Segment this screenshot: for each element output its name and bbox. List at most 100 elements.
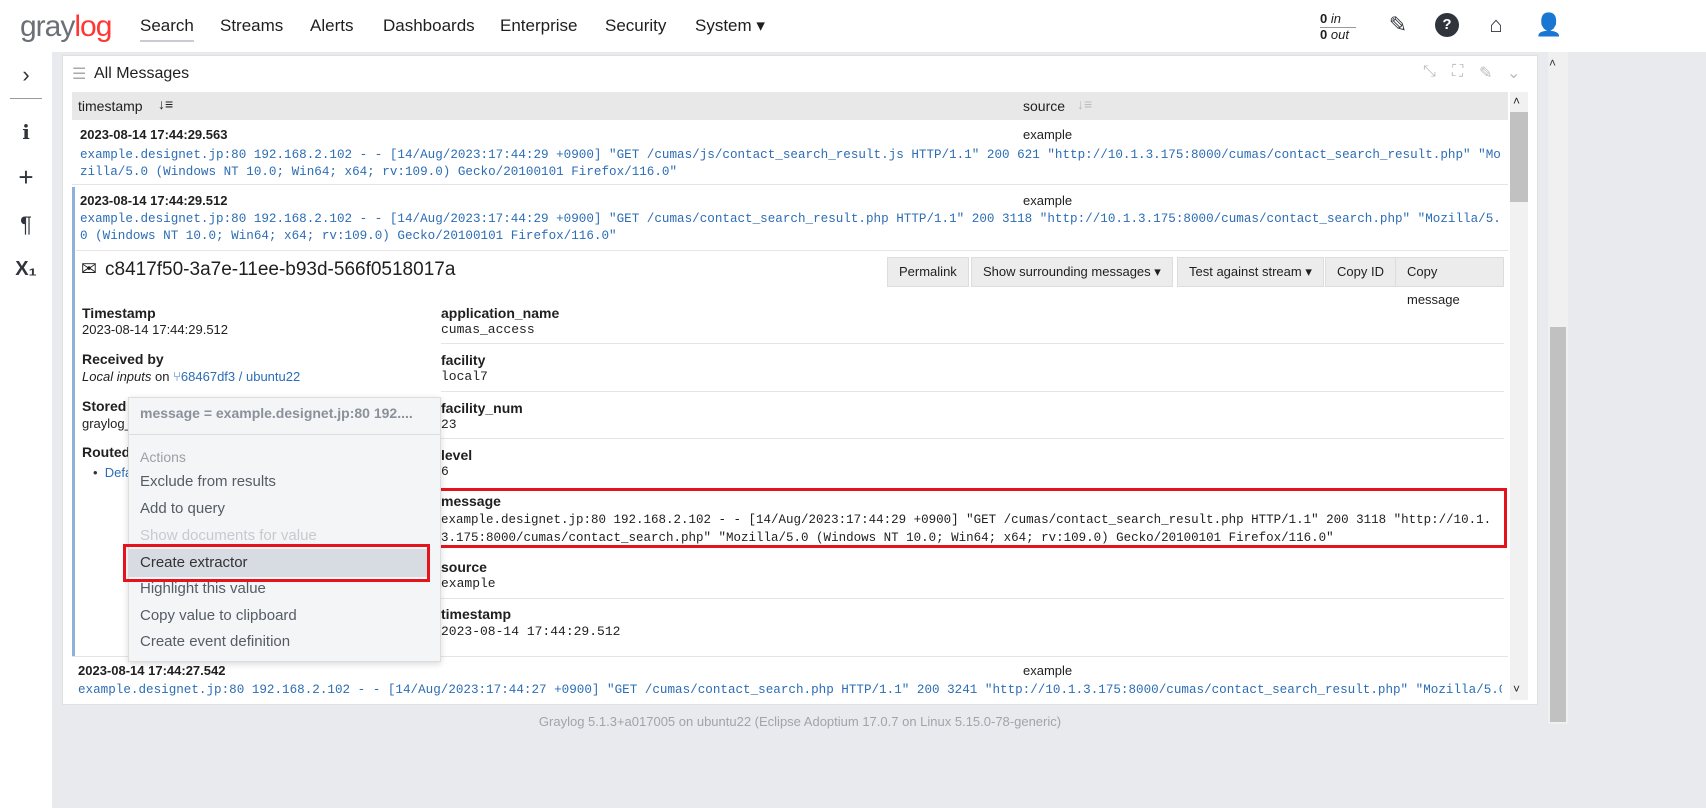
throughput-out[interactable]: 0 out: [1320, 27, 1356, 42]
menu-item-create-event[interactable]: Create event definition: [140, 633, 290, 650]
out-label: out: [1330, 27, 1349, 42]
message-id: c8417f50-3a7e-11ee-b93d-566f0518017a: [105, 259, 456, 280]
graylog-logo[interactable]: graylog: [20, 10, 112, 44]
row-message: example.designet.jp:80 192.168.2.102 - -…: [78, 683, 1502, 697]
divider: [441, 343, 1504, 344]
plus-icon[interactable]: +: [0, 162, 52, 193]
highlight-box: [123, 544, 430, 582]
timestamp-label: Timestamp: [82, 305, 156, 321]
row-source: example: [1023, 127, 1073, 142]
nav-system[interactable]: System ▾: [695, 16, 765, 36]
paragraph-icon[interactable]: ¶: [0, 212, 52, 238]
row-timestamp: 2023-08-14 17:44:29.512: [80, 193, 228, 208]
field-value[interactable]: 2023-08-14 17:44:29.512: [441, 624, 620, 639]
highlight-box: [437, 488, 1507, 548]
field-value[interactable]: 6: [441, 464, 449, 479]
received-by-value: Local inputs on ⑂68467df3 / ubuntu22: [82, 369, 300, 384]
top-navbar: graylog Search Streams Alerts Dashboards…: [0, 0, 1706, 52]
column-timestamp[interactable]: timestamp: [78, 98, 143, 114]
nav-dashboards[interactable]: Dashboards: [383, 16, 475, 36]
field-value[interactable]: example: [441, 576, 496, 591]
node-link[interactable]: 68467df3 / ubuntu22: [181, 369, 300, 384]
nav-search[interactable]: Search: [140, 16, 194, 42]
divider: [441, 438, 1504, 439]
info-icon[interactable]: i: [0, 120, 52, 144]
in-label: in: [1330, 11, 1341, 26]
sort-icon[interactable]: ↓≡: [158, 96, 173, 112]
node-icon: ⑂: [173, 369, 181, 384]
table-scrollbar-thumb[interactable]: [1510, 112, 1528, 202]
permalink-button[interactable]: Permalink: [887, 257, 969, 287]
column-source[interactable]: source: [1023, 98, 1065, 114]
chevron-down-icon[interactable]: ⌄: [1507, 63, 1520, 83]
stream-link[interactable]: • Defa: [93, 465, 132, 480]
scroll-up-icon[interactable]: ˄: [1549, 56, 1556, 70]
menu-item-show-documents: Show documents for value: [140, 527, 317, 544]
in-count: 0: [1320, 11, 1328, 26]
test-against-stream-button[interactable]: Test against stream ▾: [1177, 257, 1324, 287]
divider: [441, 598, 1504, 599]
menu-section-header: Actions: [140, 449, 186, 465]
field-name[interactable]: timestamp: [441, 606, 511, 622]
menu-title: message = example.designet.jp:80 192....: [140, 405, 413, 421]
sort-icon[interactable]: ↓≡: [1077, 96, 1092, 112]
nav-security[interactable]: Security: [605, 16, 666, 36]
help-icon[interactable]: ?: [1435, 13, 1459, 37]
expand-icon[interactable]: ⛶: [1452, 63, 1463, 81]
drag-handle-icon[interactable]: ☰: [72, 64, 86, 84]
field-name[interactable]: level: [441, 447, 472, 463]
scroll-down-icon[interactable]: ˅: [1513, 682, 1520, 696]
subscript-icon[interactable]: X₁: [0, 258, 52, 281]
field-value[interactable]: local7: [441, 369, 488, 384]
row-message: example.designet.jp:80 192.168.2.102 - -…: [80, 212, 1501, 243]
row-source: example: [1023, 193, 1073, 208]
selected-row-indicator: [72, 187, 75, 656]
show-surrounding-button[interactable]: Show surrounding messages ▾: [971, 257, 1173, 287]
copy-message-button[interactable]: Copy message: [1395, 257, 1504, 307]
throughput-in[interactable]: 0 in: [1320, 11, 1356, 28]
field-name[interactable]: application_name: [441, 305, 559, 321]
table-header: [72, 92, 1508, 120]
divider: [441, 391, 1504, 392]
copy-id-button[interactable]: Copy ID: [1325, 257, 1396, 287]
nav-streams[interactable]: Streams: [220, 16, 283, 36]
on-text: on: [155, 369, 170, 384]
menu-item-exclude[interactable]: Exclude from results: [140, 473, 276, 490]
footer: Graylog 5.1.3+a017005 on ubuntu22 (Eclip…: [538, 714, 1062, 729]
edit-widget-icon[interactable]: ✎: [1479, 63, 1492, 83]
envelope-icon: ✉: [81, 259, 97, 280]
widget-title: All Messages: [94, 65, 190, 82]
field-name[interactable]: source: [441, 559, 487, 575]
nav-alerts[interactable]: Alerts: [310, 16, 353, 36]
stored-in-label: Stored i: [82, 398, 135, 414]
field-value[interactable]: 23: [441, 417, 457, 432]
divider: [129, 434, 440, 435]
field-value[interactable]: cumas_access: [441, 322, 535, 337]
row-message: example.designet.jp:80 192.168.2.102 - -…: [80, 148, 1501, 179]
row-source: example: [1023, 663, 1073, 678]
minimize-icon[interactable]: ⤡: [1423, 63, 1436, 81]
input-name: Local inputs: [82, 369, 152, 384]
divider: [76, 250, 1508, 251]
divider: [10, 98, 42, 99]
page-scrollbar-thumb[interactable]: [1550, 327, 1566, 722]
search-sidebar: › i + ¶ X₁: [0, 52, 52, 808]
field-name[interactable]: facility: [441, 352, 485, 368]
out-count: 0: [1320, 27, 1328, 42]
chevron-right-icon[interactable]: ›: [0, 62, 52, 88]
nav-enterprise[interactable]: Enterprise: [500, 16, 577, 36]
user-icon[interactable]: 👤: [1535, 13, 1562, 37]
row-timestamp: 2023-08-14 17:44:29.563: [80, 127, 228, 142]
row-timestamp: 2023-08-14 17:44:27.542: [78, 663, 226, 678]
menu-item-highlight[interactable]: Highlight this value: [140, 580, 266, 597]
field-name[interactable]: facility_num: [441, 400, 523, 416]
scroll-up-icon[interactable]: ˄: [1513, 94, 1520, 108]
edit-icon[interactable]: ✎: [1386, 13, 1410, 37]
menu-item-copy-value[interactable]: Copy value to clipboard: [140, 607, 297, 624]
menu-item-add-to-query[interactable]: Add to query: [140, 500, 225, 517]
timestamp-value: 2023-08-14 17:44:29.512: [82, 322, 229, 337]
stored-in-value: graylog_: [82, 416, 132, 431]
home-icon[interactable]: ⌂: [1484, 13, 1508, 37]
routed-label: Routed: [82, 444, 131, 460]
received-by-label: Received by: [82, 351, 164, 367]
